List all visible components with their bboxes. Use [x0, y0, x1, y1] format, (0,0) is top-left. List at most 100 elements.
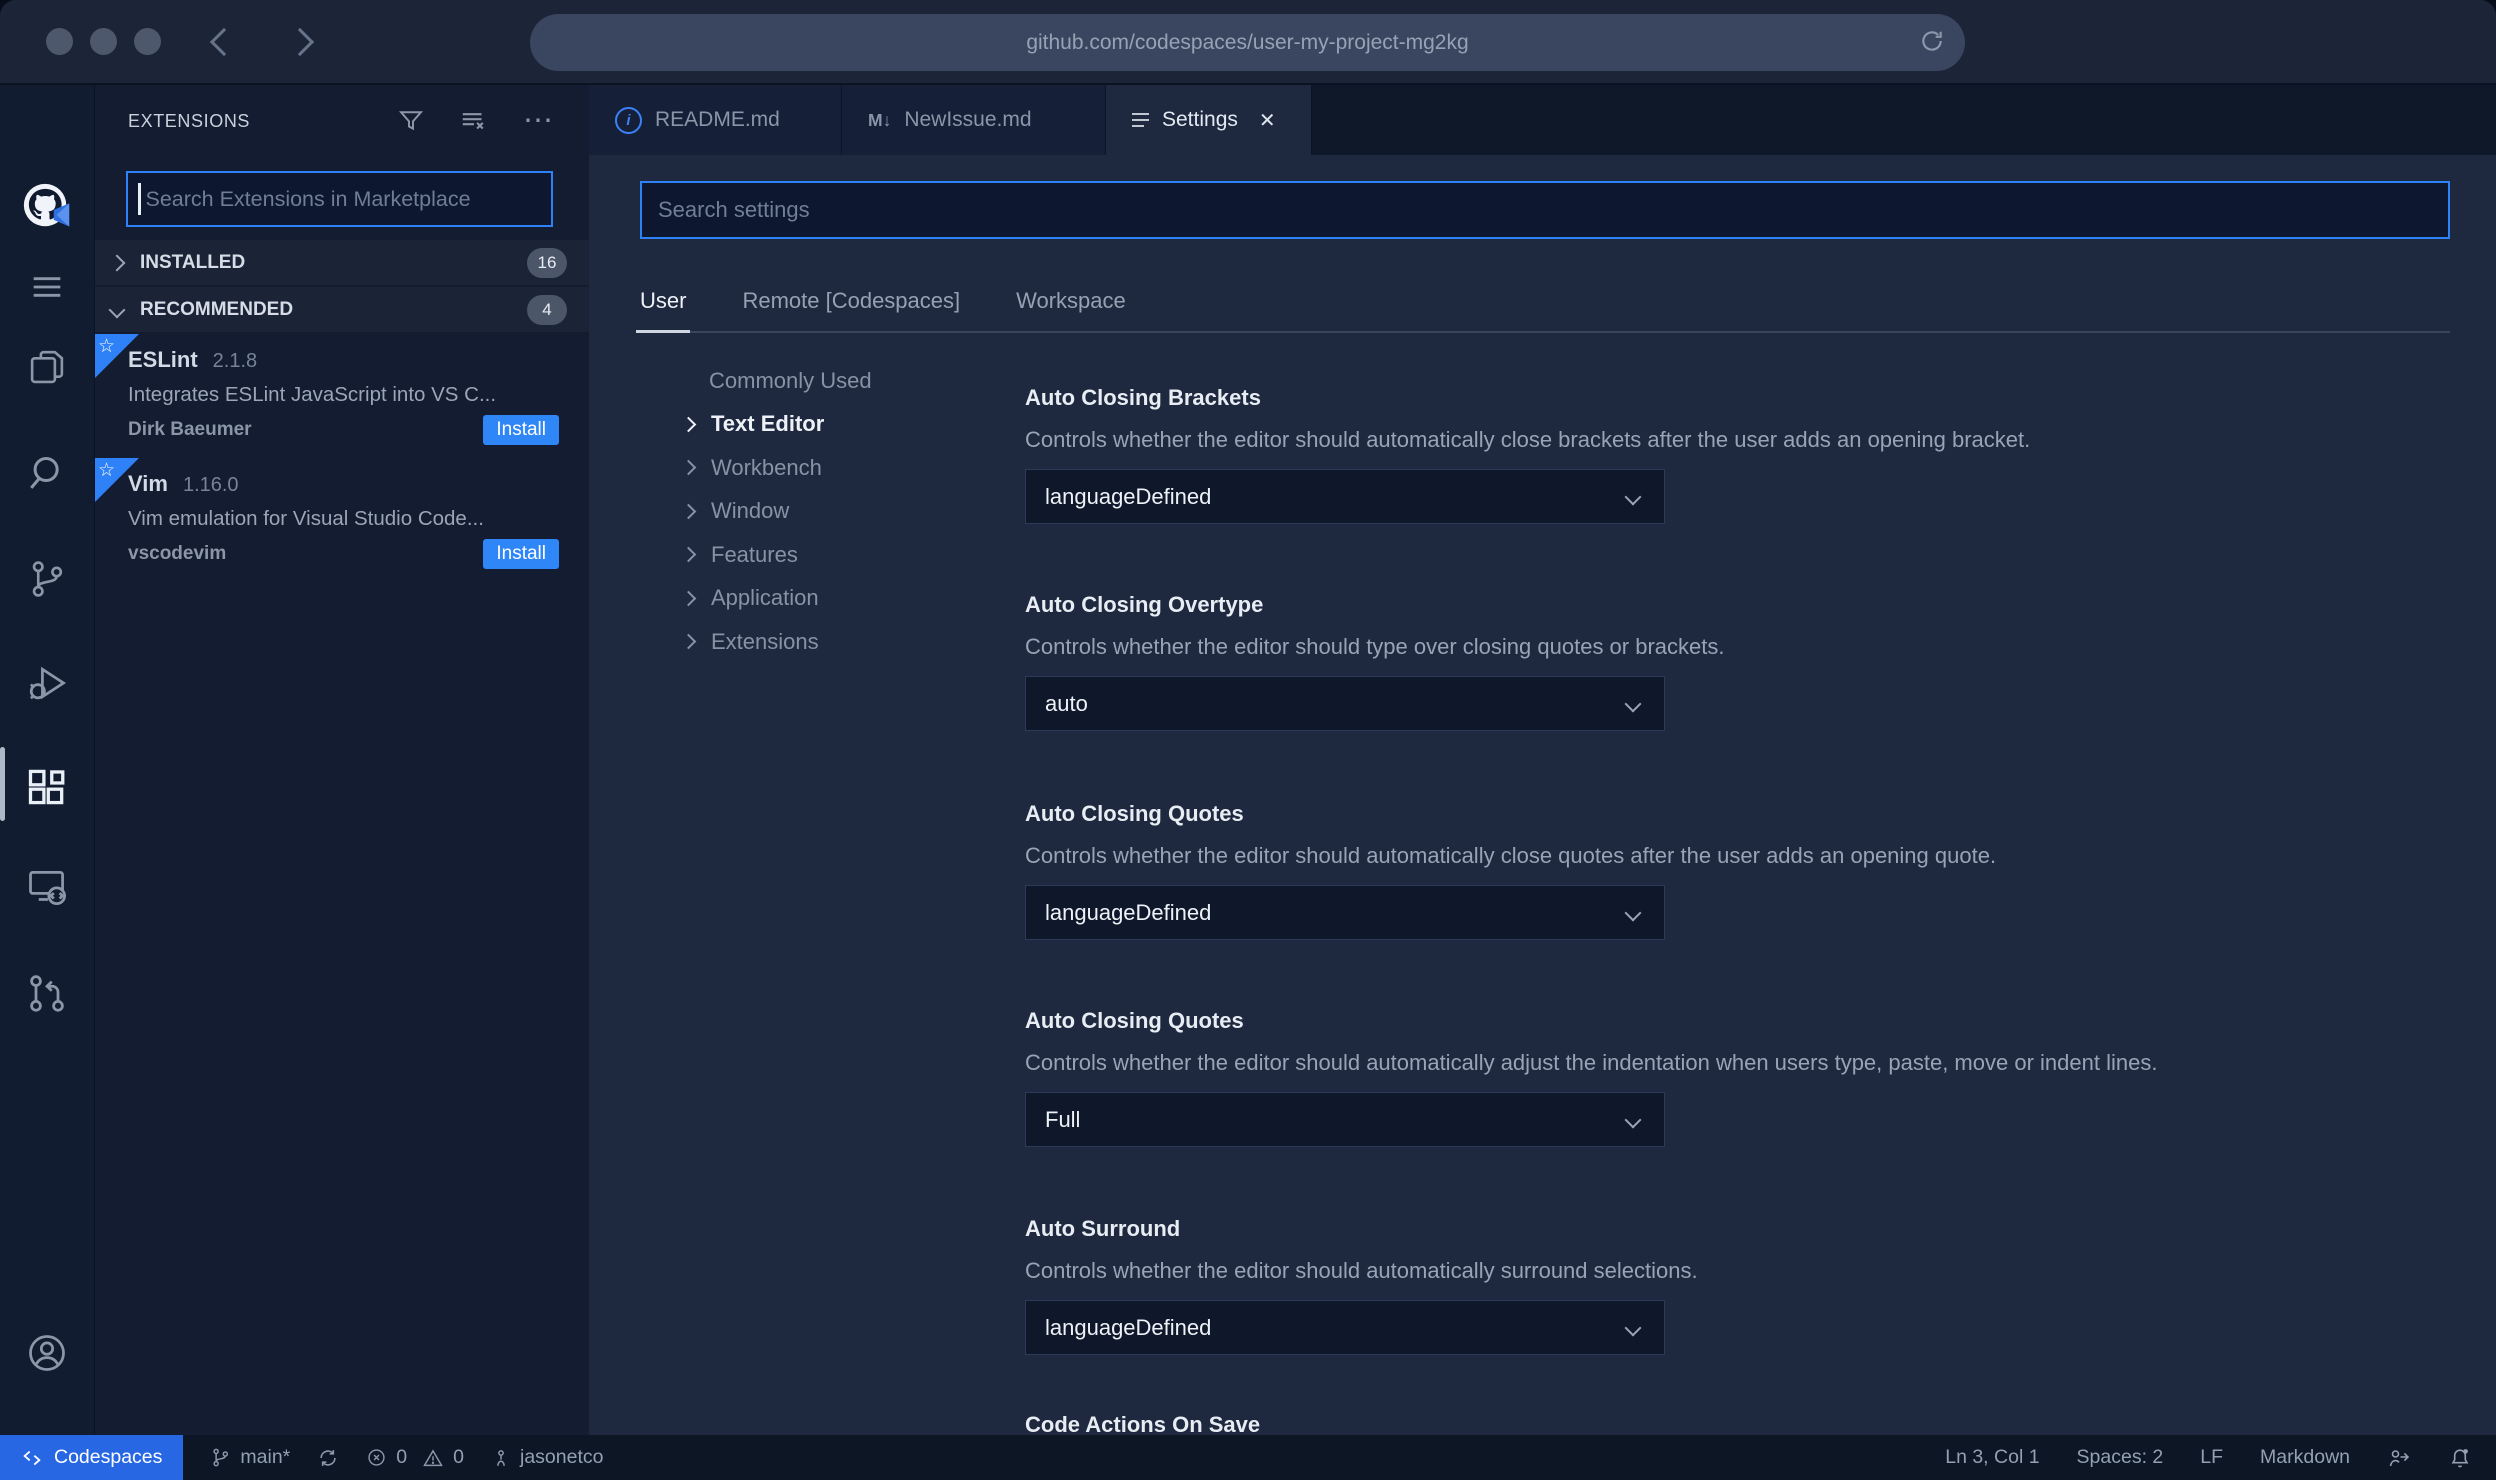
notifications-bell-icon[interactable] — [2448, 1446, 2472, 1470]
indentation[interactable]: Spaces: 2 — [2077, 1446, 2164, 1469]
feedback-icon[interactable] — [2387, 1446, 2411, 1470]
activity-run-debug-button[interactable] — [0, 653, 94, 713]
settings-list-icon — [1132, 109, 1149, 131]
url-text: github.com/codespaces/user-my-project-mg… — [1026, 30, 1469, 54]
chevron-down-icon — [1624, 904, 1642, 921]
extensions-search-input[interactable] — [143, 185, 541, 213]
setting-description: Controls whether the editor should autom… — [1025, 1050, 2158, 1075]
setting-title: Auto Closing Quotes — [1025, 1008, 1244, 1033]
extension-list-item[interactable]: ☆ ESLint 2.1.8 Integrates ESLint JavaScr… — [95, 334, 589, 458]
more-actions-icon[interactable]: ⋯ — [523, 106, 553, 136]
text-cursor — [138, 183, 141, 215]
account-icon — [29, 1335, 65, 1371]
setting-row: Auto Closing Quotes Controls whether the… — [1025, 801, 2450, 940]
activity-pull-requests-button[interactable] — [0, 963, 94, 1023]
logged-in-user-button[interactable]: jasonetco — [491, 1446, 603, 1469]
activity-bar — [0, 85, 95, 1478]
toc-text-editor[interactable]: Text Editor — [680, 403, 1013, 447]
extension-description: Vim emulation for Visual Studio Code... — [128, 507, 484, 530]
chevron-down-icon — [1624, 1111, 1642, 1128]
scope-tab-user[interactable]: User — [635, 271, 691, 333]
scope-tab-remote[interactable]: Remote [Codespaces] — [742, 271, 960, 331]
activity-remote-explorer-button[interactable] — [0, 857, 94, 917]
setting-title: Auto Closing Brackets — [1025, 385, 1261, 410]
settings-list: Auto Closing Brackets Controls whether t… — [1025, 155, 2450, 1435]
tab-label: NewIssue.md — [904, 108, 1032, 131]
minimize-window-button[interactable] — [90, 28, 117, 55]
chevron-right-icon — [680, 633, 697, 650]
forward-button[interactable] — [285, 27, 315, 57]
chevron-down-icon — [1624, 1319, 1642, 1336]
setting-row: Auto Closing Overtype Controls whether t… — [1025, 592, 2450, 731]
toc-application[interactable]: Application — [680, 577, 1013, 621]
section-recommended[interactable]: RECOMMENDED 4 — [95, 287, 589, 332]
reload-icon — [1922, 31, 1942, 51]
section-label: INSTALLED — [140, 251, 246, 273]
extension-version: 2.1.8 — [212, 350, 258, 372]
extensions-icon — [28, 769, 65, 805]
close-window-button[interactable] — [46, 28, 73, 55]
editor-tab-bar: i README.md M↓ NewIssue.md Settings ✕ — [589, 85, 2496, 155]
install-button[interactable]: Install — [483, 539, 559, 569]
setting-title: Code Actions On Save — [1025, 1412, 1261, 1435]
sidebar-title: EXTENSIONS — [128, 110, 251, 131]
reload-button[interactable] — [1919, 28, 1945, 54]
back-button[interactable] — [209, 27, 239, 57]
extension-publisher: Dirk Baeumer — [128, 419, 252, 440]
remote-indicator-button[interactable]: Codespaces — [0, 1435, 184, 1480]
activity-extensions-button[interactable] — [0, 757, 94, 817]
codespaces-home-button[interactable] — [0, 177, 94, 237]
problems-button[interactable]: 0 0 — [366, 1446, 464, 1469]
remote-explorer-icon — [29, 870, 66, 906]
sync-status-button[interactable] — [317, 1447, 339, 1469]
toc-features[interactable]: Features — [680, 533, 1013, 577]
tab-label: README.md — [655, 108, 780, 131]
status-bar-right: Ln 3, Col 1 Spaces: 2 LF Markdown — [1945, 1446, 2496, 1470]
activity-search-button[interactable] — [0, 443, 94, 503]
setting-value-dropdown[interactable]: Full — [1025, 1092, 1665, 1147]
window-controls — [46, 28, 161, 55]
install-button[interactable]: Install — [483, 415, 559, 445]
maximize-window-button[interactable] — [134, 28, 161, 55]
tab-settings[interactable]: Settings ✕ — [1106, 85, 1312, 155]
setting-value-dropdown[interactable]: languageDefined — [1025, 885, 1665, 940]
chevron-right-icon — [680, 590, 697, 607]
explorer-files-icon — [30, 350, 64, 384]
setting-value-dropdown[interactable]: auto — [1025, 676, 1665, 731]
setting-title: Auto Closing Overtype — [1025, 592, 1264, 617]
toc-workbench[interactable]: Workbench — [680, 446, 1013, 490]
toc-extensions[interactable]: Extensions — [680, 620, 1013, 664]
cursor-position[interactable]: Ln 3, Col 1 — [1945, 1446, 2039, 1469]
activity-explorer-button[interactable] — [0, 337, 94, 397]
setting-value-dropdown[interactable]: languageDefined — [1025, 1300, 1665, 1355]
address-bar[interactable]: github.com/codespaces/user-my-project-mg… — [530, 14, 1965, 71]
search-icon — [30, 456, 59, 489]
remote-icon — [23, 1450, 41, 1465]
section-installed[interactable]: INSTALLED 16 — [95, 240, 589, 285]
extensions-sidebar: EXTENSIONS ⋯ INSTALLED 16 RECOMMENDED 4 — [95, 85, 589, 1435]
eol-sequence[interactable]: LF — [2200, 1446, 2223, 1469]
filter-icon[interactable] — [397, 107, 425, 135]
account-button[interactable] — [0, 1323, 94, 1383]
menu-button[interactable] — [0, 257, 94, 317]
close-tab-icon[interactable]: ✕ — [1259, 108, 1276, 133]
tab-readme[interactable]: i README.md — [589, 85, 842, 155]
setting-value-dropdown[interactable]: languageDefined — [1025, 469, 1665, 524]
setting-description: Controls whether the editor should autom… — [1025, 427, 2031, 452]
extension-description: Integrates ESLint JavaScript into VS C..… — [128, 383, 497, 406]
star-icon: ☆ — [98, 336, 116, 357]
activity-source-control-button[interactable] — [0, 549, 94, 609]
pull-request-icon — [30, 975, 64, 1012]
extensions-search-box[interactable] — [126, 171, 553, 227]
language-mode[interactable]: Markdown — [2260, 1446, 2350, 1469]
toc-window[interactable]: Window — [680, 490, 1013, 534]
clear-extensions-filter-icon[interactable] — [459, 106, 489, 136]
setting-title: Auto Closing Quotes — [1025, 801, 1244, 826]
toc-commonly-used[interactable]: Commonly Used — [683, 359, 1013, 403]
installed-count-badge: 16 — [527, 247, 567, 278]
chevron-right-icon — [108, 254, 126, 271]
tab-newissue[interactable]: M↓ NewIssue.md — [842, 85, 1106, 155]
github-codespaces-logo-icon — [23, 183, 70, 227]
branch-status-button[interactable]: main* — [210, 1446, 290, 1469]
extension-list-item[interactable]: ☆ Vim 1.16.0 Vim emulation for Visual St… — [95, 458, 589, 582]
